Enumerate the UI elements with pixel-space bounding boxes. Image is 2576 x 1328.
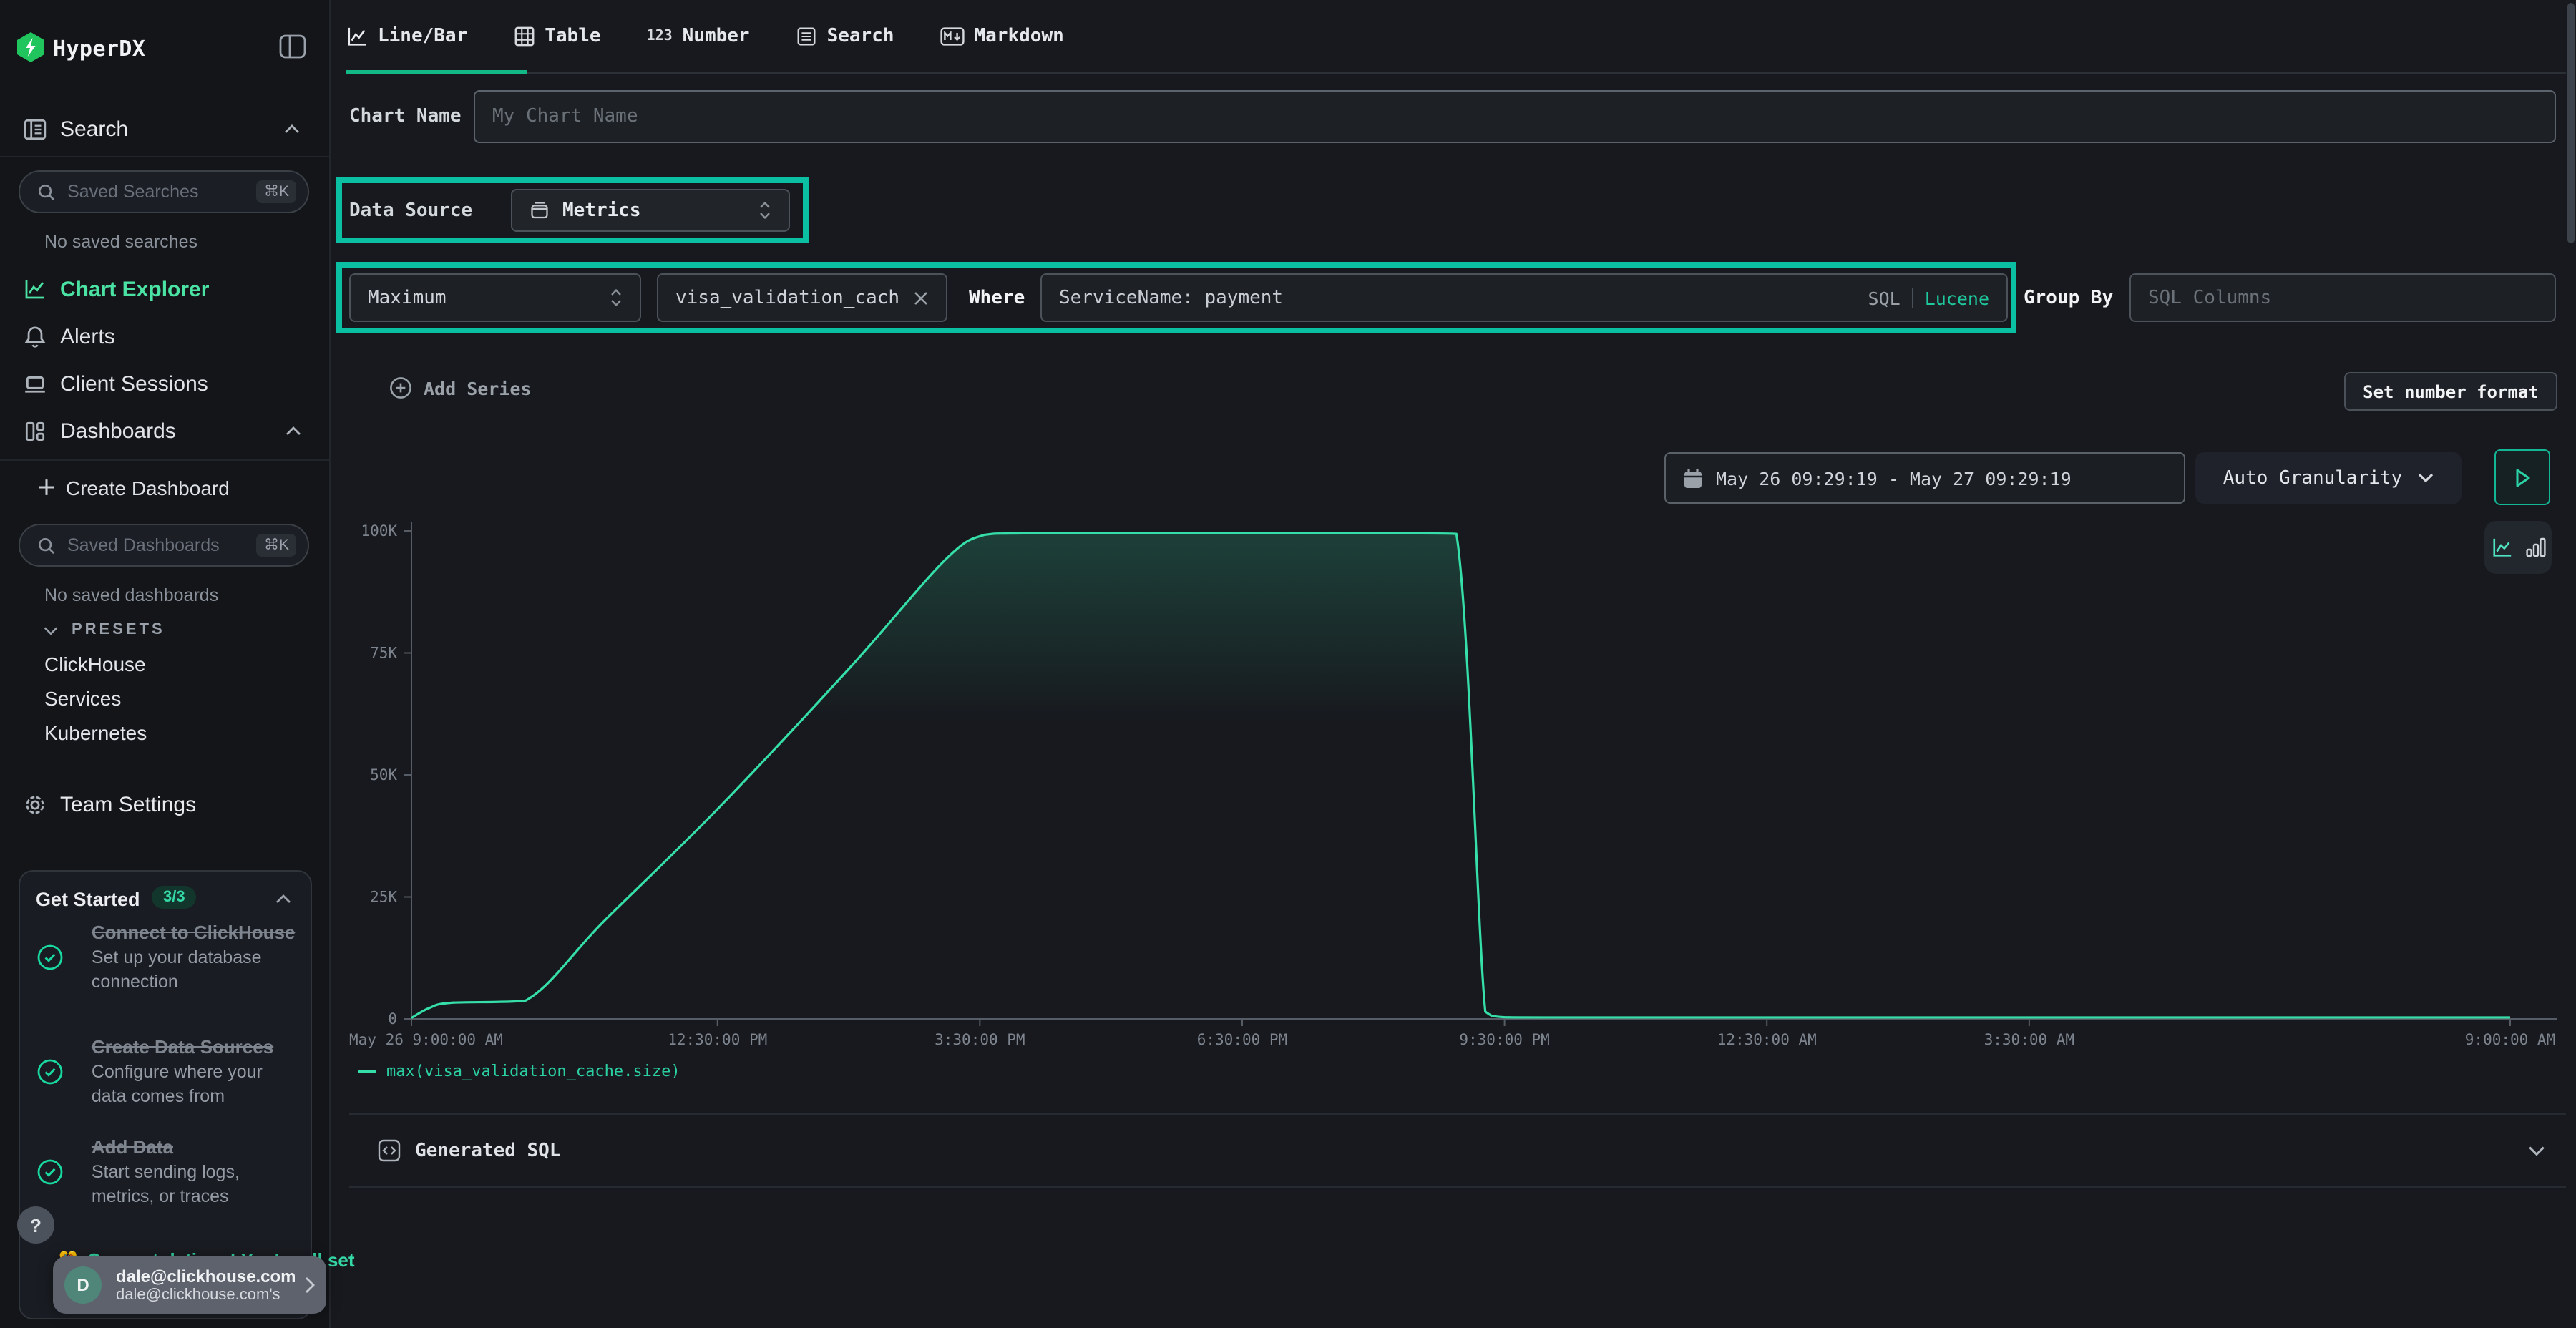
avatar: D (64, 1266, 102, 1304)
svg-text:75K: 75K (370, 645, 397, 662)
checklist-item-desc: Configure where your data comes from (92, 1060, 298, 1109)
sidebar-item-clickhouse[interactable]: ClickHouse (44, 653, 146, 675)
presets-group-label[interactable]: PRESETS (72, 621, 165, 638)
svg-text:25K: 25K (370, 889, 397, 906)
checklist-item[interactable]: Add Data Start sending logs, metrics, or… (37, 1135, 298, 1209)
sidebar-item-alerts[interactable]: Alerts (60, 325, 115, 349)
checklist-item[interactable]: Create Data Sources Configure where your… (37, 1035, 298, 1109)
hyperdx-logo-icon (16, 31, 46, 63)
scrollbar[interactable] (2567, 3, 2575, 243)
no-saved-searches-note: No saved searches (44, 232, 197, 252)
kbd-shortcut: ⌘K (257, 180, 296, 203)
checklist-item-title: Connect to ClickHouse (92, 920, 298, 944)
user-email: dale@clickhouse.com (116, 1266, 305, 1286)
saved-searches-placeholder: Saved Searches (67, 182, 257, 202)
svg-text:50K: 50K (370, 766, 397, 783)
svg-text:12:30:00 AM: 12:30:00 AM (1717, 1031, 1817, 1048)
chevron-down-icon[interactable] (43, 625, 59, 637)
search-icon (37, 182, 56, 201)
legend-label: max(visa_validation_cache.size) (386, 1062, 680, 1080)
svg-text:0: 0 (388, 1010, 397, 1027)
chevron-right-icon (305, 1276, 315, 1294)
check-circle-icon (37, 1059, 63, 1085)
generated-sql-section[interactable]: Generated SQL (349, 1115, 2566, 1186)
divider (349, 1186, 2566, 1188)
code-icon (378, 1139, 401, 1162)
laptop-icon (23, 372, 47, 396)
divider (0, 459, 329, 461)
generated-sql-label: Generated SQL (415, 1140, 561, 1161)
chevron-up-icon[interactable] (285, 425, 302, 436)
checklist-item-title: Create Data Sources (92, 1035, 298, 1059)
chart-legend[interactable]: max(visa_validation_cache.size) (358, 1062, 680, 1080)
chevron-down-icon[interactable] (2527, 1144, 2546, 1157)
sidebar-item-dashboards[interactable]: Dashboards (60, 419, 176, 444)
user-team: dale@clickhouse.com's (116, 1286, 305, 1304)
saved-searches-input[interactable]: Saved Searches ⌘K (19, 170, 309, 213)
chart-explorer-icon (23, 278, 47, 301)
main-content: Line/Bar Table 123 Number Search (329, 0, 2576, 1328)
sidebar-item-client-sessions[interactable]: Client Sessions (60, 372, 208, 396)
svg-text:3:30:00 PM: 3:30:00 PM (935, 1031, 1025, 1048)
checklist-item-desc: Set up your database connection (92, 946, 298, 995)
svg-text:100K: 100K (361, 522, 397, 540)
check-circle-icon (37, 944, 63, 970)
checklist-item-desc: Start sending logs, metrics, or traces (92, 1161, 298, 1209)
checklist-item-title: Add Data (92, 1135, 298, 1159)
bell-icon (23, 325, 47, 349)
sidebar-collapse-icon[interactable] (279, 34, 306, 59)
get-started-title: Get Started (36, 889, 140, 910)
svg-text:6:30:00 PM: 6:30:00 PM (1197, 1031, 1287, 1048)
sidebar-item-search[interactable]: Search (60, 117, 128, 142)
chart-series (411, 533, 2510, 1019)
user-account-chip[interactable]: D dale@clickhouse.com dale@clickhouse.co… (53, 1256, 326, 1314)
chevron-up-icon[interactable] (283, 123, 301, 135)
checklist-item[interactable]: Connect to ClickHouse Set up your databa… (37, 920, 298, 995)
divider (0, 156, 329, 157)
app-root: HyperDX Search Saved Searches ⌘K No (0, 0, 2576, 1328)
saved-dashboards-placeholder: Saved Dashboards (67, 535, 257, 555)
help-button[interactable]: ? (17, 1206, 54, 1244)
sidebar-item-services[interactable]: Services (44, 687, 121, 710)
svg-text:3:30:00 AM: 3:30:00 AM (1984, 1031, 2074, 1048)
svg-text:9:00:00 AM: 9:00:00 AM (2465, 1031, 2555, 1048)
dashboards-icon (23, 419, 47, 444)
svg-text:9:30:00 PM: 9:30:00 PM (1459, 1031, 1549, 1048)
get-started-progress-badge: 3/3 (152, 886, 197, 909)
svg-text:May 26 9:00:00 AM: May 26 9:00:00 AM (349, 1031, 503, 1048)
search-icon (37, 536, 56, 555)
sidebar-item-team-settings[interactable]: Team Settings (60, 793, 196, 817)
check-circle-icon (37, 1159, 63, 1185)
chevron-up-icon[interactable] (275, 893, 292, 904)
plus-icon (37, 478, 56, 497)
create-dashboard-button[interactable]: Create Dashboard (66, 477, 230, 499)
legend-line-swatch (358, 1070, 376, 1073)
saved-dashboards-input[interactable]: Saved Dashboards ⌘K (19, 524, 309, 567)
brand-title: HyperDX (53, 36, 145, 62)
no-saved-dashboards-note: No saved dashboards (44, 585, 218, 605)
search-section-icon (23, 117, 47, 142)
sidebar-item-kubernetes[interactable]: Kubernetes (44, 721, 147, 744)
kbd-shortcut: ⌘K (257, 534, 296, 557)
gear-icon (23, 793, 47, 817)
sidebar: HyperDX Search Saved Searches ⌘K No (0, 0, 331, 1328)
sidebar-item-chart-explorer[interactable]: Chart Explorer (60, 278, 209, 302)
get-started-panel: Get Started 3/3 Connect to ClickHouse Se… (19, 870, 312, 1319)
svg-text:12:30:00 PM: 12:30:00 PM (668, 1031, 767, 1048)
